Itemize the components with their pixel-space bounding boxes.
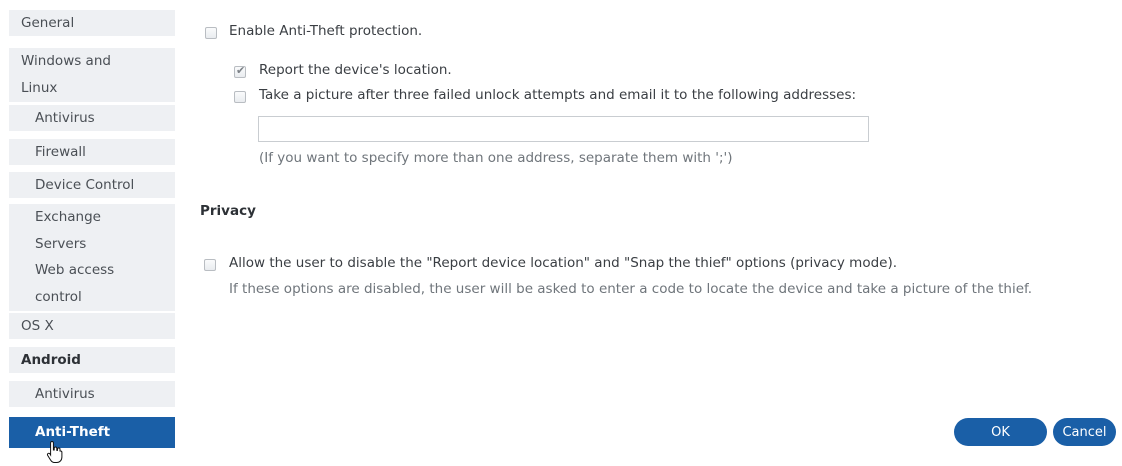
sidebar-item-label: Exchange [35, 209, 101, 225]
email-addresses-input[interactable] [258, 116, 869, 142]
sidebar-item-antivirus-android[interactable]: Antivirus [9, 381, 175, 407]
allow-privacy-mode-label: Allow the user to disable the "Report de… [229, 255, 898, 271]
sidebar-item-label: Linux [21, 80, 58, 96]
sidebar-item-android[interactable]: Android [9, 347, 175, 373]
sidebar-item-exchange-servers[interactable]: Exchange Servers [9, 204, 175, 258]
sidebar-item-label: control [35, 289, 82, 305]
cancel-button[interactable]: Cancel [1053, 418, 1116, 446]
settings-sidebar: General Windows and Linux Antivirus Fire… [0, 0, 176, 466]
sidebar-item-label: Windows and [21, 53, 111, 69]
privacy-section-title: Privacy [200, 203, 256, 219]
privacy-note: If these options are disabled, the user … [229, 281, 1033, 297]
sidebar-item-label: Web access [35, 262, 115, 278]
ok-button[interactable]: OK [954, 418, 1047, 446]
checkmark-icon: ✔ [236, 64, 246, 77]
sidebar-item-firewall[interactable]: Firewall [9, 139, 175, 165]
take-picture-label: Take a picture after three failed unlock… [259, 87, 857, 103]
sidebar-item-label: Servers [35, 236, 87, 252]
sidebar-item-osx[interactable]: OS X [9, 313, 175, 339]
sidebar-item-general[interactable]: General [9, 10, 175, 36]
enable-anti-theft-label: Enable Anti-Theft protection. [229, 23, 423, 39]
allow-privacy-mode-checkbox[interactable] [204, 259, 216, 271]
enable-anti-theft-checkbox[interactable] [205, 27, 217, 39]
sidebar-item-web-access-control[interactable]: Web access control [9, 257, 175, 311]
email-hint: (If you want to specify more than one ad… [259, 150, 733, 166]
hand-cursor-icon [46, 440, 63, 463]
report-location-label: Report the device's location. [259, 62, 452, 78]
take-picture-checkbox[interactable] [234, 91, 246, 103]
sidebar-item-windows-linux[interactable]: Windows and Linux [9, 48, 175, 102]
sidebar-item-anti-theft[interactable]: Anti-Theft [9, 417, 175, 448]
sidebar-item-device-control[interactable]: Device Control [9, 172, 175, 198]
sidebar-item-antivirus-windows[interactable]: Antivirus [9, 105, 175, 131]
report-location-checkbox[interactable]: ✔ [234, 64, 246, 78]
